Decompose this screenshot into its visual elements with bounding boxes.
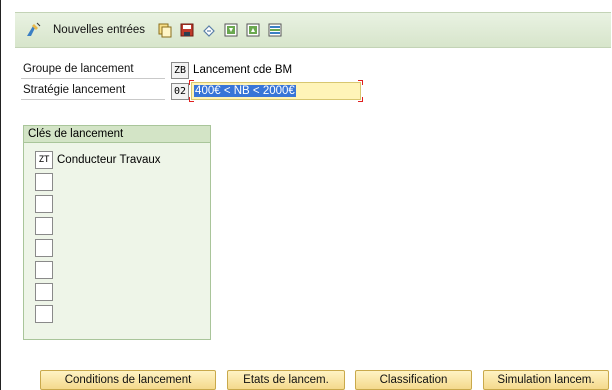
new-entries-label: Nouvelles entrées [53, 24, 146, 36]
release-strategy-row: Stratégie lancement 02 400€ < NB < 2000€ [21, 80, 364, 102]
application-toolbar: Nouvelles entrées [15, 12, 611, 48]
release-conditions-button[interactable]: Conditions de lancement [40, 370, 216, 390]
release-group-label: Groupe de lancement [21, 61, 165, 79]
release-key-row [35, 305, 53, 323]
release-key-row [35, 195, 53, 213]
release-key-row [35, 217, 53, 235]
release-key-label: Conducteur Travaux [57, 154, 161, 166]
release-simulation-button[interactable]: Simulation lancem. [483, 370, 609, 390]
release-key-checkbox[interactable] [35, 239, 53, 257]
classification-button[interactable]: Classification [355, 370, 472, 390]
release-key-row [35, 283, 53, 301]
release-key-checkbox[interactable]: ZT [35, 151, 53, 169]
release-key-row [35, 261, 53, 279]
release-keys-title: Clés de lancement [24, 126, 210, 143]
release-key-row [35, 239, 53, 257]
release-group-code: ZB [171, 61, 190, 79]
undo-icon[interactable] [201, 22, 217, 38]
selected-text: 400€ < NB < 2000€ [194, 85, 296, 97]
release-key-row [35, 173, 53, 191]
focus-corner [189, 80, 195, 85]
release-key-checkbox[interactable] [35, 283, 53, 301]
first-page-icon[interactable] [223, 22, 239, 38]
release-group-row: Groupe de lancement ZB Lancement cde BM [21, 61, 292, 79]
focus-corner [189, 97, 195, 102]
release-strategy-label: Stratégie lancement [21, 82, 165, 100]
release-key-checkbox[interactable] [35, 173, 53, 191]
copy-icon[interactable] [157, 22, 173, 38]
save-icon[interactable] [179, 22, 195, 38]
release-key-checkbox[interactable] [35, 305, 53, 323]
release-statuses-button[interactable]: Etats de lancem. [227, 370, 345, 390]
release-key-checkbox[interactable] [35, 217, 53, 235]
new-entries-button[interactable]: Nouvelles entrées [25, 22, 157, 38]
release-key-row: ZT Conducteur Travaux [35, 151, 161, 169]
last-page-icon[interactable] [245, 22, 261, 38]
new-entries-icon [27, 22, 41, 36]
release-key-checkbox[interactable] [35, 195, 53, 213]
app-window: Nouvelles entrées Groupe de lancement ZB… [0, 0, 612, 390]
release-keys-group: Clés de lancement ZT Conducteur Travaux [23, 125, 211, 340]
overview-icon[interactable] [267, 22, 283, 38]
focus-corner [358, 97, 364, 102]
release-key-checkbox[interactable] [35, 261, 53, 279]
focus-corner [358, 80, 364, 85]
release-strategy-code[interactable]: 02 [171, 82, 190, 100]
release-strategy-description-field[interactable]: 400€ < NB < 2000€ [189, 80, 364, 102]
release-group-description: Lancement cde BM [193, 64, 293, 76]
